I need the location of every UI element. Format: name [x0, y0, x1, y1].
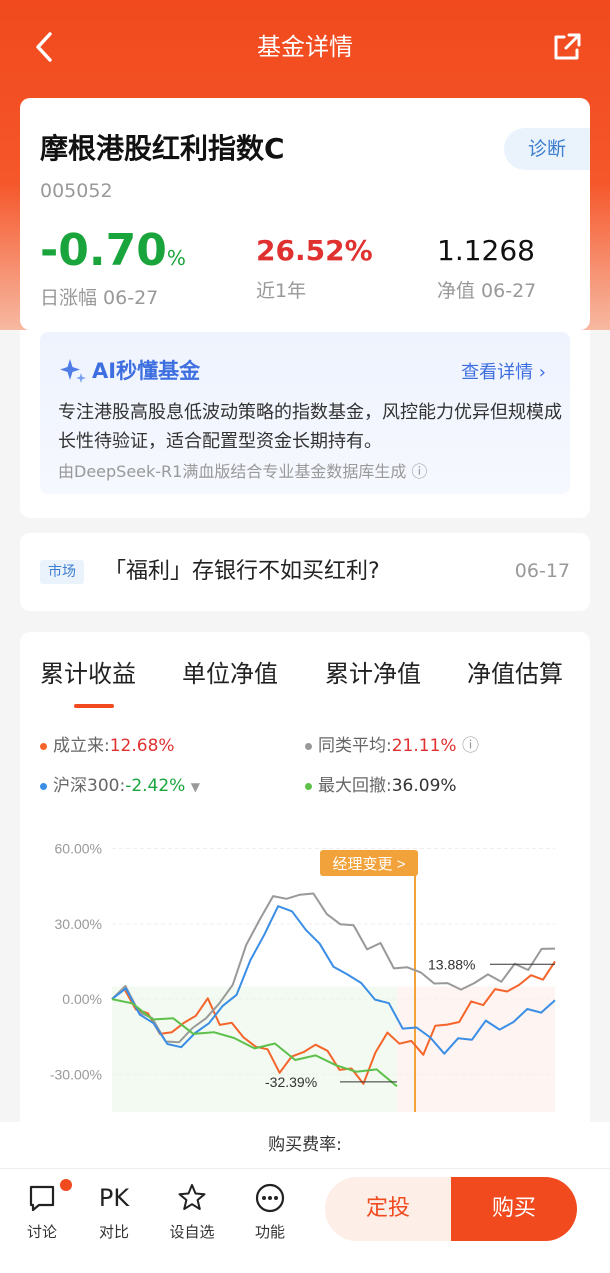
fund-code: 005052 — [40, 180, 113, 202]
ai-summary-box[interactable]: AI秒懂基金 查看详情 › 专注港股高股息低波动策略的指数基金，风控能力优异但规… — [40, 332, 570, 494]
legend-drawdown: 最大回撤:36.09% — [305, 774, 457, 798]
purchase-buttons: 定投 购买 — [325, 1177, 577, 1241]
year-return-stat: 26.52% 近1年 — [256, 226, 373, 303]
auto-invest-button[interactable]: 定投 — [325, 1177, 451, 1241]
news-tag: 市场 — [40, 560, 84, 584]
year-return-label: 近1年 — [256, 280, 307, 302]
daily-change-label: 日涨幅 06-27 — [40, 287, 159, 309]
y-tick-label: 0.00% — [62, 991, 102, 1007]
ai-more-link[interactable]: 查看详情 › — [461, 358, 546, 384]
legend-hs300[interactable]: 沪深300:-2.42% ▼ — [40, 774, 200, 799]
ai-summary-card: AI秒懂基金 查看详情 › 专注港股高股息低波动策略的指数基金，风控能力优异但规… — [20, 330, 590, 518]
compare-label: 对比 — [98, 1223, 129, 1241]
more-functions-button[interactable]: 功能 — [240, 1181, 300, 1242]
y-tick-label: -30.00% — [50, 1066, 102, 1082]
buy-button[interactable]: 购买 — [451, 1177, 577, 1241]
add-favorite-button[interactable]: 设自选 — [162, 1181, 222, 1242]
diagnose-button[interactable]: 诊断 — [504, 128, 590, 170]
bottom-action-bar: 讨论 PK 对比 设自选 功能 定投 购买 — [0, 1168, 610, 1273]
legend-label: 同类平均: — [318, 736, 392, 756]
tab-accumulated-nav[interactable]: 累计净值 — [325, 654, 421, 694]
legend-dot — [305, 742, 312, 750]
ai-title: AI秒懂基金 — [92, 359, 201, 383]
ai-summary-text: 专注港股高股息低波动策略的指数基金，风控能力优异但规模成长性待验证，适合配置型资… — [58, 402, 562, 452]
share-icon[interactable] — [552, 32, 582, 62]
info-icon[interactable]: ⓘ — [462, 736, 479, 756]
daily-change-value: -0.70 — [40, 225, 167, 276]
legend-avg: 同类平均:21.11% ⓘ — [305, 734, 479, 758]
chart-card: 累计收益 单位净值 累计净值 净值估算 成立来:12.68% 同类平均:21.1… — [20, 632, 590, 1152]
legend-dot — [305, 782, 312, 790]
nav-stat: 1.1268 净值 06-27 — [437, 226, 536, 303]
tab-nav-estimate[interactable]: 净值估算 — [467, 654, 563, 694]
legend-label: 最大回撤: — [318, 776, 392, 796]
legend-dot — [40, 742, 47, 750]
low-annotation: -32.39% — [265, 1074, 317, 1090]
ai-source-note: 由DeepSeek-R1满血版结合专业基金数据库生成 ⓘ — [58, 462, 428, 481]
legend-label: 沪深300: — [53, 776, 126, 796]
year-return-value: 26.52% — [256, 234, 373, 267]
legend-dot — [40, 782, 47, 790]
manager-change-label: 经理变更 > — [333, 856, 406, 873]
header: 基金详情 — [0, 0, 610, 95]
nav-label: 净值 06-27 — [437, 280, 537, 302]
y-tick-label: 60.00% — [55, 841, 102, 857]
daily-change-stat: -0.70% 日涨幅 06-27 — [40, 226, 186, 310]
discuss-label: 讨论 — [26, 1223, 57, 1241]
legend-value: 12.68% — [109, 736, 175, 756]
daily-change-unit: % — [166, 246, 186, 270]
high-annotation: 13.88% — [428, 956, 475, 972]
news-card[interactable]: 市场 「福利」存银行不如买红利? 06-17 — [20, 533, 590, 611]
active-tab-indicator — [74, 704, 114, 708]
return-area — [397, 986, 555, 1112]
legend-since: 成立来:12.68% — [40, 734, 175, 758]
chart-tabs: 累计收益 单位净值 累计净值 净值估算 — [20, 654, 590, 708]
more-functions-label: 功能 — [254, 1223, 285, 1241]
sparkle-icon — [58, 356, 88, 393]
home-indicator — [0, 1262, 610, 1273]
more-dots-icon — [240, 1181, 300, 1215]
legend-value: -2.42% — [125, 776, 186, 796]
add-favorite-label: 设自选 — [169, 1223, 215, 1241]
legend-value: 21.11% — [391, 736, 457, 756]
legend-label: 成立来: — [53, 736, 110, 756]
y-tick-label: 30.00% — [55, 916, 102, 932]
nav-value: 1.1268 — [437, 234, 535, 267]
discuss-button[interactable]: 讨论 — [12, 1179, 72, 1242]
legend-value: 36.09% — [391, 776, 457, 796]
fund-name: 摩根港股红利指数C — [40, 132, 285, 165]
notification-badge — [60, 1179, 72, 1191]
pk-icon: PK — [98, 1184, 130, 1212]
cumulative-return-chart[interactable]: 60.00% 30.00% 0.00% -30.00% 经理变更 > 13.88% -32.… — [20, 812, 590, 1122]
tab-cumulative-return[interactable]: 累计收益 — [40, 654, 136, 694]
compare-button[interactable]: PK 对比 — [84, 1181, 144, 1242]
caret-down-icon[interactable]: ▼ — [191, 780, 200, 794]
news-title[interactable]: 「福利」存银行不如买红利? — [104, 555, 380, 589]
fee-bar: 购买费率: — [0, 1122, 610, 1168]
tab-unit-nav[interactable]: 单位净值 — [182, 654, 278, 694]
fee-label: 购买费率: — [268, 1135, 342, 1155]
news-date: 06-17 — [514, 560, 570, 582]
fund-summary-card: 摩根港股红利指数C 005052 诊断 -0.70% 日涨幅 06-27 26.… — [20, 98, 590, 330]
page-title: 基金详情 — [257, 33, 353, 61]
star-icon — [162, 1181, 222, 1215]
